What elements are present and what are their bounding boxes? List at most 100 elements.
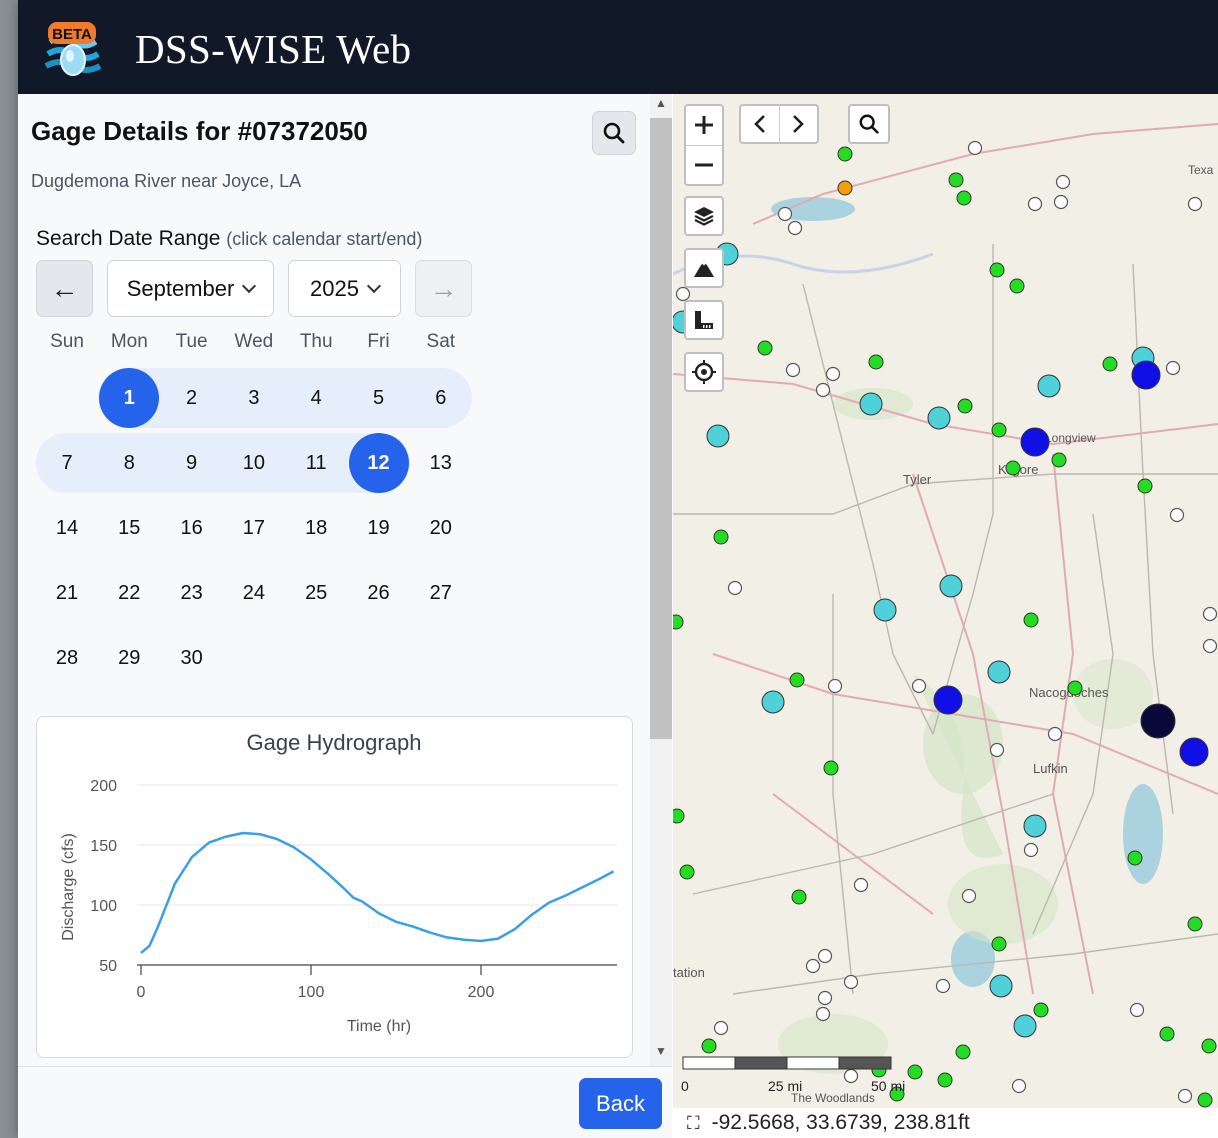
gage-marker[interactable] [789,672,805,688]
calendar-day[interactable]: 24 [223,563,285,623]
zoom-out-button[interactable] [686,146,722,185]
gage-marker[interactable] [827,678,843,694]
terrain-button[interactable] [684,248,724,288]
gage-marker[interactable] [675,286,691,302]
gage-marker[interactable] [1067,680,1083,696]
calendar-day[interactable]: 1 [98,368,160,428]
gage-marker[interactable] [1159,1026,1175,1042]
gage-marker[interactable] [1127,850,1143,866]
gage-marker[interactable] [1023,612,1039,628]
calendar-day[interactable]: 19 [348,498,410,558]
calendar-day[interactable]: 30 [161,628,223,688]
gage-marker[interactable] [1202,638,1218,654]
calendar-day[interactable]: 13 [410,433,472,493]
gage-marker[interactable] [1011,1078,1027,1094]
map-forward-button[interactable] [780,106,818,142]
gage-marker[interactable] [679,864,695,880]
gage-marker[interactable] [939,574,963,598]
gage-marker[interactable] [873,598,897,622]
collapse-icon[interactable]: ⛶ [687,1113,700,1134]
gage-marker[interactable] [955,1044,971,1060]
gage-marker[interactable] [727,580,743,596]
gage-marker[interactable] [1179,737,1209,767]
gage-marker[interactable] [1187,916,1203,932]
gage-marker[interactable] [777,206,793,222]
month-select[interactable]: September [107,260,274,317]
gage-marker[interactable] [1187,196,1203,212]
calendar-day[interactable]: 10 [223,433,285,493]
gage-marker[interactable] [868,354,884,370]
calendar-day[interactable]: 9 [161,433,223,493]
gage-marker[interactable] [991,422,1007,438]
gage-marker[interactable] [1131,360,1161,390]
calendar-day[interactable]: 27 [410,563,472,623]
scrollbar-thumb[interactable] [650,118,672,739]
gage-marker[interactable] [823,760,839,776]
gage-marker[interactable] [787,220,803,236]
gage-marker[interactable] [1177,1088,1193,1104]
gage-marker[interactable] [1047,726,1063,742]
search-button[interactable] [592,111,636,155]
gage-marker[interactable] [1165,360,1181,376]
gage-marker[interactable] [1005,460,1021,476]
gage-marker[interactable] [961,888,977,904]
calendar-day[interactable]: 28 [36,628,98,688]
gage-marker[interactable] [713,529,729,545]
gage-marker[interactable] [989,974,1013,998]
prev-month-button[interactable]: ← [36,260,93,317]
calendar-day[interactable]: 3 [223,368,285,428]
gage-marker[interactable] [815,1006,831,1022]
gage-marker[interactable] [987,660,1011,684]
gage-marker[interactable] [1169,507,1185,523]
gage-marker[interactable] [837,146,853,162]
calendar-day[interactable]: 5 [348,368,410,428]
calendar-day[interactable]: 11 [285,433,347,493]
locate-button[interactable] [684,352,724,392]
calendar-day[interactable]: 25 [285,563,347,623]
scroll-down-arrow[interactable]: ▼ [650,1044,672,1062]
calendar-day[interactable]: 6 [410,368,472,428]
gage-marker[interactable] [791,889,807,905]
gage-marker[interactable] [1023,814,1047,838]
gage-marker[interactable] [1140,703,1176,739]
gage-marker[interactable] [713,1020,729,1036]
gage-marker[interactable] [1201,1038,1217,1054]
year-select[interactable]: 2025 [288,260,401,317]
gage-markers[interactable] [673,140,1218,1108]
gage-marker[interactable] [948,172,964,188]
gage-marker[interactable] [843,974,859,990]
gage-marker[interactable] [1102,356,1118,372]
gage-marker[interactable] [853,877,869,893]
map-back-button[interactable] [741,106,780,142]
gage-marker[interactable] [1023,842,1039,858]
calendar-day[interactable]: 2 [161,368,223,428]
gage-marker[interactable] [989,742,1005,758]
calendar-day[interactable]: 15 [98,498,160,558]
map-canvas[interactable]: Tyler Kilgore Longview Nacogdoches Lufki… [673,94,1218,1108]
calendar-day[interactable]: 22 [98,563,160,623]
gage-marker[interactable] [937,1072,953,1088]
gage-marker[interactable] [673,614,684,630]
calendar-day[interactable]: 8 [98,433,160,493]
gage-marker[interactable] [817,948,833,964]
calendar-day[interactable]: 7 [36,433,98,493]
gage-marker[interactable] [967,140,983,156]
gage-marker[interactable] [956,190,972,206]
gage-marker[interactable] [1202,606,1218,622]
calendar-day[interactable]: 16 [161,498,223,558]
measure-button[interactable] [684,300,724,340]
gage-marker[interactable] [1013,1014,1037,1038]
gage-marker[interactable] [817,990,833,1006]
calendar-day[interactable]: 14 [36,498,98,558]
calendar-day[interactable]: 29 [98,628,160,688]
calendar-day[interactable]: 17 [223,498,285,558]
gage-marker[interactable] [933,685,963,715]
gage-marker[interactable] [1137,478,1153,494]
calendar-day[interactable]: 12 [348,433,410,493]
next-month-button[interactable]: → [415,260,472,317]
gage-marker[interactable] [785,362,801,378]
gage-marker[interactable] [1020,427,1050,457]
zoom-in-button[interactable] [686,106,722,146]
back-button[interactable]: Back [579,1078,662,1129]
gage-marker[interactable] [935,978,951,994]
